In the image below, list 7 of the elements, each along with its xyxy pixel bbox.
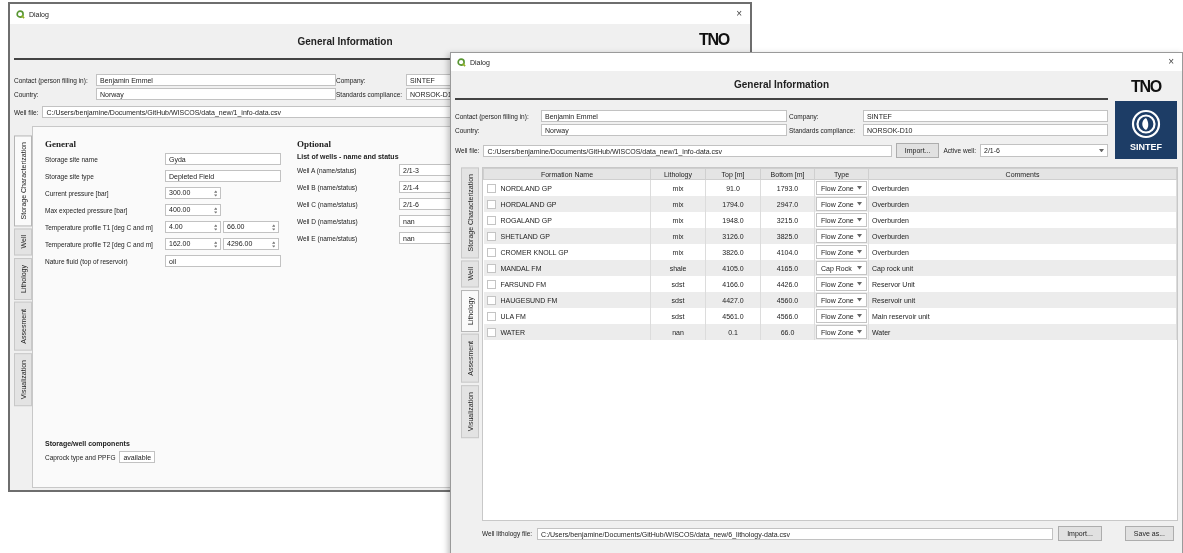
dialog-heading: General Information (734, 79, 829, 90)
logo-wordmark: SINTEF (1130, 141, 1162, 152)
logo-wordmark: TNO (1130, 79, 1162, 95)
dialog-heading: General Information (297, 35, 393, 47)
section-heading: General (45, 139, 77, 149)
logo-wordmark: TNO (698, 32, 730, 48)
section-heading: Optional (297, 139, 332, 149)
